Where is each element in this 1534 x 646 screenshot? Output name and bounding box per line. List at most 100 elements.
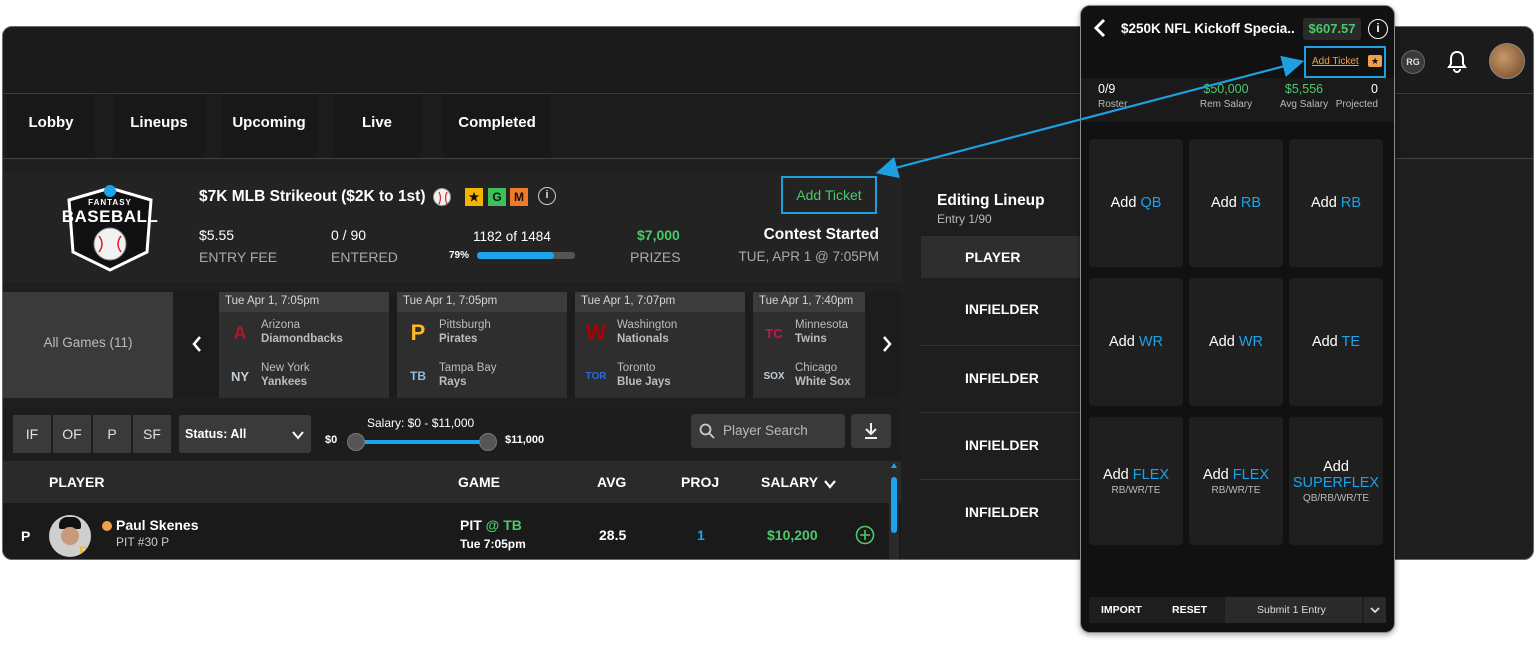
game-card-min-cws[interactable]: Tue Apr 1, 7:40pm TC Minnesota Twins SOX… xyxy=(753,292,865,398)
salary-max-label: $11,000 xyxy=(505,434,545,446)
col-player[interactable]: PLAYER xyxy=(49,461,105,503)
projected-points: 0 xyxy=(1371,82,1378,96)
game-time: Tue Apr 1, 7:05pm xyxy=(219,292,389,312)
mobile-app-overlay: $250K NFL Kickoff Specia.. $607.57 i Add… xyxy=(1080,5,1395,633)
filter-p-button[interactable]: P xyxy=(93,415,131,453)
col-game[interactable]: GAME xyxy=(458,461,500,503)
slot-qb[interactable]: Add QB xyxy=(1089,139,1183,267)
bell-icon[interactable] xyxy=(1443,47,1471,75)
slot-label: INFIELDER xyxy=(965,437,1039,453)
submit-entry-button[interactable]: Submit 1 Entry xyxy=(1225,597,1362,623)
team-name: Yankees xyxy=(261,376,308,388)
slot-eligibility: RB/WR/TE xyxy=(1111,484,1161,496)
fill-count: 1182 of 1484 xyxy=(473,229,551,244)
chevron-left-icon[interactable] xyxy=(189,334,205,354)
game-card-pit-tb[interactable]: Tue Apr 1, 7:05pm P Pittsburgh Pirates T… xyxy=(397,292,567,398)
slot-pos: RB xyxy=(1340,195,1361,211)
slot-pos: WR xyxy=(1138,334,1163,350)
reset-button[interactable]: RESET xyxy=(1172,604,1207,616)
slot-wr[interactable]: Add WR xyxy=(1089,278,1183,406)
sort-chevron-down-icon[interactable] xyxy=(823,477,837,495)
user-avatar[interactable] xyxy=(1489,43,1525,79)
game-time: Tue Apr 1, 7:07pm xyxy=(575,292,745,312)
salary-slider-max-handle[interactable] xyxy=(479,433,497,451)
slot-pos: FLEX xyxy=(1232,466,1270,483)
info-icon[interactable]: i xyxy=(538,187,556,205)
back-arrow-icon[interactable] xyxy=(1093,18,1107,43)
filter-if-button[interactable]: IF xyxy=(13,415,51,453)
team-city: Arizona xyxy=(261,319,300,331)
tab-completed[interactable]: Completed xyxy=(443,94,551,158)
slot-te[interactable]: Add TE xyxy=(1289,278,1383,406)
game-time: Tue Apr 1, 7:40pm xyxy=(753,292,865,312)
filter-of-button[interactable]: OF xyxy=(53,415,91,453)
badge-guaranteed: G xyxy=(488,188,506,206)
player-team-meta: PIT #30 P xyxy=(116,535,170,549)
table-scrollbar[interactable] xyxy=(889,463,899,559)
salary-slider-min-handle[interactable] xyxy=(347,433,365,451)
twins-logo-icon: TC xyxy=(765,325,783,341)
diamondbacks-logo-icon: A xyxy=(233,322,247,343)
slot-pos: TE xyxy=(1341,334,1361,350)
fill-progress-fill xyxy=(477,252,555,259)
yankees-logo-icon: NY xyxy=(230,368,250,384)
badge-star: ★ xyxy=(465,188,483,206)
add-player-icon[interactable] xyxy=(855,525,875,545)
salary-slider-track[interactable] xyxy=(355,440,487,444)
game-card-wsh-tor[interactable]: Tue Apr 1, 7:07pm W Washington Nationals… xyxy=(575,292,745,398)
search-placeholder: Player Search xyxy=(723,423,808,438)
slot-label: INFIELDER xyxy=(965,370,1039,386)
rg-badge[interactable]: RG xyxy=(1401,50,1425,74)
filter-sf-button[interactable]: SF xyxy=(133,415,171,453)
team-name: Pirates xyxy=(439,333,478,345)
slot-flex[interactable]: Add FLEX RB/WR/TE xyxy=(1089,417,1183,545)
slot-superflex[interactable]: Add SUPERFLEX QB/RB/WR/TE xyxy=(1289,417,1383,545)
account-balance[interactable]: $607.57 xyxy=(1303,18,1361,40)
info-icon[interactable]: i xyxy=(1368,19,1388,39)
chevron-right-icon[interactable] xyxy=(879,334,895,354)
roster-slot-grid: Add QB Add RB Add RB Add WR Add WR Add T… xyxy=(1089,139,1386,547)
scrollbar-thumb[interactable] xyxy=(891,477,897,533)
slot-rb[interactable]: Add RB xyxy=(1289,139,1383,267)
slot-flex[interactable]: Add FLEX RB/WR/TE xyxy=(1189,417,1283,545)
tab-lobby[interactable]: Lobby xyxy=(7,94,95,158)
status-select-value: Status: All xyxy=(185,427,247,441)
all-games-button[interactable]: All Games (11) xyxy=(3,292,173,398)
status-select[interactable]: Status: All xyxy=(179,415,311,453)
slot-eligibility: QB/RB/WR/TE xyxy=(1302,492,1370,504)
game-card-ari-nyy[interactable]: Tue Apr 1, 7:05pm A Arizona Diamondbacks… xyxy=(219,292,389,398)
col-avg[interactable]: AVG xyxy=(597,461,626,503)
mobile-footer: IMPORT RESET Submit 1 Entry xyxy=(1089,597,1386,623)
team-city: Tampa Bay xyxy=(439,362,497,374)
tab-live[interactable]: Live xyxy=(333,94,421,158)
mobile-add-ticket-button[interactable]: Add Ticket ★ xyxy=(1304,46,1386,78)
slot-pos: FLEX xyxy=(1132,466,1170,483)
team-home: TOR Toronto Blue Jays xyxy=(581,359,741,395)
submit-options-chevron-down-icon[interactable] xyxy=(1364,597,1386,623)
player-avg: 28.5 xyxy=(599,527,627,543)
game-time: Tue 7:05pm xyxy=(460,537,526,551)
slot-label: INFIELDER xyxy=(965,301,1039,317)
entered-value: 0 / 90 xyxy=(331,227,367,243)
add-ticket-button[interactable]: Add Ticket xyxy=(781,176,877,214)
player-name[interactable]: Paul Skenes xyxy=(116,517,199,533)
roster-count: 0/9 xyxy=(1098,82,1116,96)
col-proj[interactable]: PROJ xyxy=(681,461,719,503)
slot-wr[interactable]: Add WR xyxy=(1189,278,1283,406)
import-button[interactable]: IMPORT xyxy=(1101,604,1142,616)
tab-lineups[interactable]: Lineups xyxy=(113,94,205,158)
team-home: SOX Chicago White Sox xyxy=(759,359,865,395)
search-icon xyxy=(699,423,715,444)
download-button[interactable] xyxy=(851,414,891,448)
player-search-input[interactable]: Player Search xyxy=(691,414,845,448)
team-city: New York xyxy=(261,362,310,374)
game-away-team: PIT xyxy=(460,517,482,533)
col-salary[interactable]: SALARY xyxy=(761,461,818,503)
entry-fee-value: $5.55 xyxy=(199,227,235,243)
slot-pos: RB xyxy=(1240,195,1261,211)
slot-rb[interactable]: Add RB xyxy=(1189,139,1283,267)
game-home-team: TB xyxy=(503,517,522,533)
tab-upcoming[interactable]: Upcoming xyxy=(221,94,317,158)
table-row[interactable]: P P Paul Skenes PIT #30 P PIT @ TB Tue 7… xyxy=(3,503,901,559)
slot-add: Add xyxy=(1108,334,1135,350)
